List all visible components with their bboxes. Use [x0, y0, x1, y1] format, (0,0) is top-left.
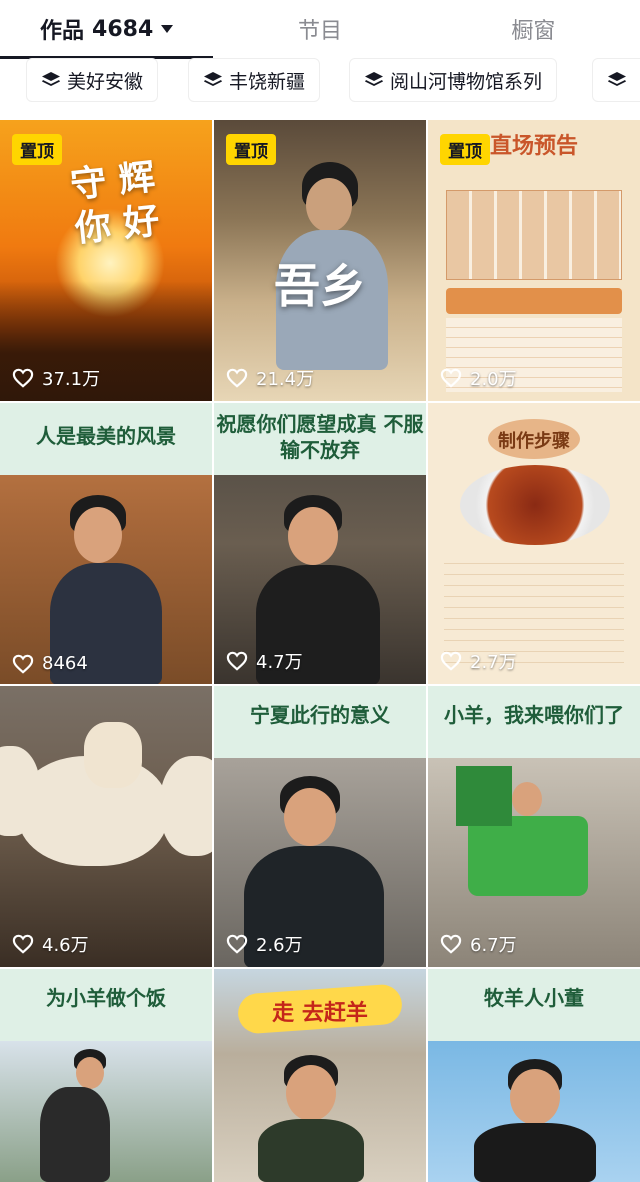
- video-card[interactable]: 走 去赶羊: [214, 969, 426, 1182]
- tab-showcase-label: 橱窗: [511, 19, 556, 44]
- pinned-badge: 置顶: [12, 134, 62, 165]
- person-body: [474, 1123, 596, 1182]
- video-card[interactable]: 直场预告 置顶 2.0万: [428, 120, 640, 401]
- collection-label: 美好安徽: [67, 70, 144, 93]
- heart-icon: [226, 368, 248, 388]
- profile-tabs: 作品 4684 节目 橱窗: [0, 0, 640, 59]
- works-count: 4684: [92, 16, 154, 42]
- like-count-value: 37.1万: [42, 369, 101, 390]
- tab-program-label: 节目: [297, 19, 342, 44]
- like-count-value: 2.6万: [256, 935, 303, 956]
- stack-icon: [204, 72, 222, 86]
- heart-icon: [226, 651, 248, 671]
- tractor-cab: [456, 766, 512, 826]
- stack-icon: [608, 72, 626, 86]
- cover-title: 为小羊做个饭: [46, 986, 166, 1010]
- video-card[interactable]: 牧羊人小董: [428, 969, 640, 1182]
- cover-title: 祝愿你们愿望成真 不服输不放弃: [216, 412, 424, 462]
- like-count: 8464: [12, 653, 88, 674]
- video-card[interactable]: 为小羊做个饭: [0, 969, 212, 1182]
- person-body: [258, 1119, 364, 1182]
- person-head: [74, 507, 122, 563]
- cover-title: 小羊，我来喂你们了: [444, 703, 624, 727]
- like-count: 37.1万: [12, 365, 100, 391]
- cover-title: 人是最美的风景: [36, 424, 176, 448]
- video-card[interactable]: 祝愿你们愿望成真 不服输不放弃 4.7万: [214, 403, 426, 684]
- heart-icon: [226, 934, 248, 954]
- sheep-body: [160, 756, 212, 856]
- tab-works-label: 作品: [40, 19, 85, 44]
- person-head: [510, 1069, 560, 1125]
- collection-label: 丰饶新疆: [229, 70, 306, 93]
- heart-icon: [440, 651, 462, 671]
- stack-icon: [365, 72, 383, 86]
- person-head: [76, 1057, 104, 1089]
- pinned-badge: 置顶: [440, 134, 490, 165]
- heart-icon: [12, 934, 34, 954]
- heart-icon: [440, 934, 462, 954]
- tab-works[interactable]: 作品 4684: [0, 0, 213, 58]
- heart-icon: [12, 654, 34, 674]
- like-count-value: 8464: [42, 653, 88, 674]
- sheep-head: [84, 722, 142, 788]
- video-card[interactable]: 小羊，我来喂你们了 6.7万: [428, 686, 640, 967]
- collection-chip[interactable]: [592, 58, 640, 102]
- like-count: 2.6万: [226, 931, 303, 957]
- like-count-value: 6.7万: [470, 935, 517, 956]
- video-card[interactable]: 守 辉 你 好 置顶 37.1万: [0, 120, 212, 401]
- person-body: [40, 1087, 110, 1182]
- schedule-calendar: [446, 190, 622, 280]
- pinned-badge: 置顶: [226, 134, 276, 165]
- person-head: [512, 782, 542, 816]
- cover-title: 牧羊人小董: [484, 986, 584, 1010]
- cover-title: 制作步骤: [498, 431, 570, 452]
- video-card[interactable]: 制作步骤 2.7万: [428, 403, 640, 684]
- like-count-value: 21.4万: [256, 369, 315, 390]
- video-card[interactable]: 吾乡 置顶 21.4万: [214, 120, 426, 401]
- tab-program[interactable]: 节目: [213, 0, 426, 58]
- like-count-value: 2.7万: [470, 652, 517, 673]
- like-count: 4.6万: [12, 931, 89, 957]
- collections-row: 美好安徽 丰饶新疆 阅山河博物馆系列: [0, 58, 640, 110]
- cover-title: 吾乡: [274, 259, 366, 313]
- video-card[interactable]: 宁夏此行的意义 2.6万: [214, 686, 426, 967]
- like-count: 2.0万: [440, 365, 517, 391]
- heart-icon: [440, 368, 462, 388]
- collection-chip[interactable]: 美好安徽: [26, 58, 159, 102]
- like-count: 21.4万: [226, 365, 314, 391]
- caret-down-icon[interactable]: [161, 25, 174, 33]
- collection-label: 阅山河博物馆系列: [390, 70, 543, 93]
- heart-icon: [12, 368, 34, 388]
- video-card[interactable]: 4.6万: [0, 686, 212, 967]
- collection-chip[interactable]: 丰饶新疆: [188, 58, 321, 102]
- cover-title: 宁夏此行的意义: [250, 703, 390, 727]
- like-count-value: 4.6万: [42, 935, 89, 956]
- like-count-value: 4.7万: [256, 652, 303, 673]
- like-count: 6.7万: [440, 931, 517, 957]
- tractor: [468, 816, 588, 896]
- video-card[interactable]: 人是最美的风景 8464: [0, 403, 212, 684]
- person-head: [284, 788, 336, 846]
- person-head: [286, 1065, 336, 1121]
- like-count-value: 2.0万: [470, 369, 517, 390]
- person-head: [288, 507, 338, 565]
- dish-image: [460, 465, 610, 545]
- like-count: 2.7万: [440, 648, 517, 674]
- collection-chip[interactable]: 阅山河博物馆系列: [349, 58, 558, 102]
- tab-showcase[interactable]: 橱窗: [427, 0, 640, 58]
- cover-title: 走 去赶羊: [272, 1001, 368, 1026]
- stack-icon: [42, 72, 60, 86]
- recipe-steps: [444, 553, 624, 663]
- person-head: [306, 178, 352, 232]
- schedule-header: [446, 288, 622, 314]
- like-count: 4.7万: [226, 648, 303, 674]
- cover-title: 守 辉 你 好: [68, 156, 162, 251]
